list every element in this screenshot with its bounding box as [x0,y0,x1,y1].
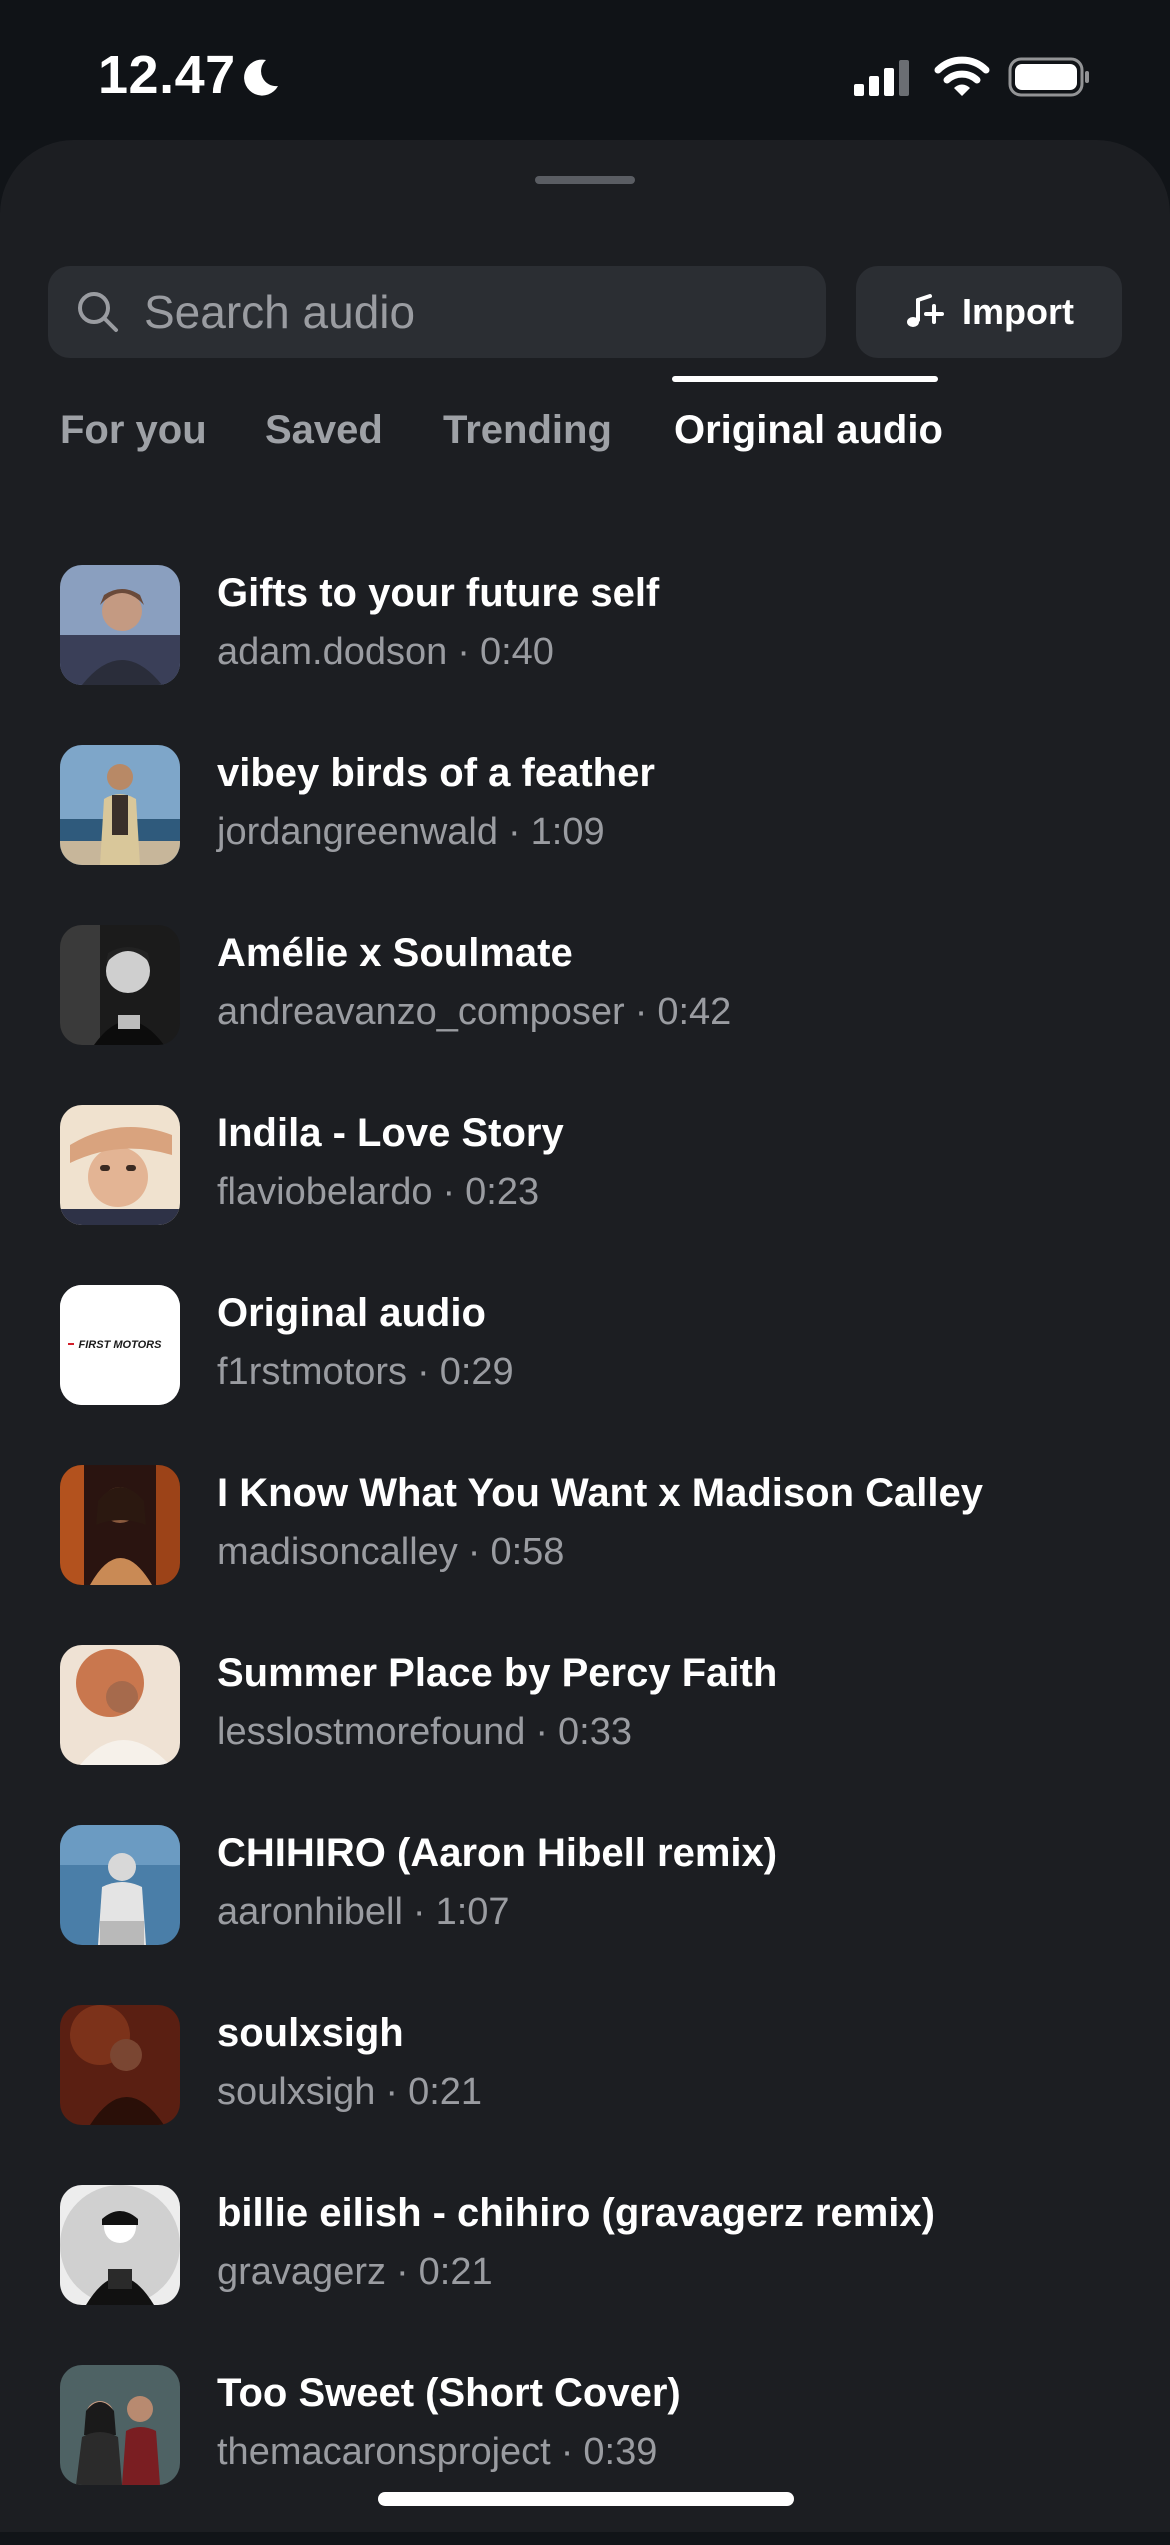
import-button[interactable]: Import [856,266,1122,358]
audio-title: soulxsigh [217,2011,404,2055]
audio-thumbnail [60,1465,180,1585]
audio-title: Summer Place by Percy Faith [217,1651,778,1695]
status-bar: 12.47 [0,0,1170,140]
audio-meta: lesslostmorefound · 0:33 [217,1711,633,1753]
audio-duration: 0:42 [657,991,732,1033]
audio-author: andreavanzo_composer [217,991,625,1033]
audio-title: Indila - Love Story [217,1111,564,1155]
first-motors-logo: FIRST MOTORS [60,1285,180,1405]
audio-title: Gifts to your future self [217,571,660,615]
audio-thumbnail [60,1825,180,1945]
audio-thumbnail [60,925,180,1045]
audio-item[interactable]: Amélie x Soulmate andreavanzo_composer · 0… [0,925,1170,1105]
audio-author: adam.dodson [217,631,448,673]
audio-thumbnail [60,565,180,685]
audio-item[interactable]: Indila - Love Story flaviobelardo · 0:23 [0,1105,1170,1285]
audio-item[interactable]: FIRST MOTORS Original audio f1rstmotors ·… [0,1285,1170,1465]
audio-meta: aaronhibell · 1:07 [217,1891,510,1933]
audio-item[interactable]: Summer Place by Percy Faith lesslostmore… [0,1645,1170,1825]
svg-text:FIRST MOTORS: FIRST MOTORS [79,1339,163,1351]
audio-duration: 1:07 [435,1891,510,1933]
audio-duration: 0:58 [490,1531,565,1573]
audio-item[interactable]: soulxsigh soulxsigh · 0:21 [0,2005,1170,2185]
audio-thumbnail [60,1105,180,1225]
audio-meta: adam.dodson · 0:40 [217,631,554,673]
audio-title: billie eilish - chihiro (gravagerz remix… [217,2191,935,2235]
status-time: 12.47 [98,45,236,105]
audio-author: lesslostmorefound [217,1711,526,1753]
audio-item[interactable]: I Know What You Want x Madison Calley ma… [0,1465,1170,1645]
audio-thumbnail [60,1645,180,1765]
audio-item[interactable]: vibey birds of a feather jordangreenwald… [0,745,1170,925]
audio-thumbnail [60,2005,180,2125]
tab-original-audio[interactable]: Original audio [674,408,943,504]
audio-title: I Know What You Want x Madison Calley [217,1471,983,1515]
audio-tabs: For you Saved Trending Original audio [0,408,1170,516]
audio-author: themacaronsproject [217,2431,551,2473]
audio-thumbnail [60,2185,180,2305]
battery-icon [1008,57,1089,97]
brand-logo-thumbnail: FIRST MOTORS [60,1285,180,1405]
audio-duration: 0:39 [583,2431,658,2473]
tab-saved[interactable]: Saved [265,408,383,504]
music-note-plus-icon [907,294,944,327]
audio-meta: madisoncalley · 0:58 [217,1531,565,1573]
audio-duration: 0:29 [439,1351,514,1393]
audio-title: Too Sweet (Short Cover) [217,2371,681,2415]
active-tab-indicator [672,376,938,382]
audio-duration: 0:40 [479,631,554,673]
audio-duration: 0:23 [465,1171,540,1213]
audio-item[interactable]: CHIHIRO (Aaron Hibell remix) aaronhibell… [0,1825,1170,2005]
audio-item[interactable]: Too Sweet (Short Cover) themacaronsproje… [0,2365,1170,2545]
audio-item[interactable]: Gifts to your future self adam.dodson · 0:… [0,565,1170,745]
search-input[interactable] [144,266,804,358]
search-box[interactable] [48,266,826,358]
search-icon [78,292,118,332]
audio-author: f1rstmotors [217,1351,408,1393]
audio-duration: 0:21 [418,2251,493,2293]
audio-author: soulxsigh [217,2071,376,2113]
audio-duration: 0:33 [558,1711,633,1753]
audio-meta: andreavanzo_composer · 0:42 [217,991,732,1033]
audio-title: CHIHIRO (Aaron Hibell remix) [217,1831,778,1875]
import-label: Import [962,291,1074,332]
audio-author: aaronhibell [217,1891,403,1933]
audio-author: gravagerz [217,2251,386,2293]
sheet-grabber[interactable] [535,176,635,184]
audio-author: jordangreenwald [217,811,498,853]
audio-meta: jordangreenwald · 1:09 [217,811,605,853]
wifi-icon [934,56,990,96]
audio-title: vibey birds of a feather [217,751,655,795]
audio-meta: soulxsigh · 0:21 [217,2071,483,2113]
audio-thumbnail [60,2365,180,2485]
tab-trending[interactable]: Trending [443,408,612,504]
audio-meta: f1rstmotors · 0:29 [217,1351,514,1393]
audio-duration: 0:21 [408,2071,483,2113]
audio-meta: themacaronsproject · 0:39 [217,2431,658,2473]
audio-item[interactable]: billie eilish - chihiro (gravagerz remix… [0,2185,1170,2365]
audio-meta: gravagerz · 0:21 [217,2251,493,2293]
home-indicator[interactable] [378,2492,794,2506]
audio-author: madisoncalley [217,1531,458,1573]
tab-for-you[interactable]: For you [60,408,207,504]
audio-title: Original audio [217,1291,486,1335]
moon-icon [244,59,278,96]
audio-meta: flaviobelardo · 0:23 [217,1171,540,1213]
audio-duration: 1:09 [530,811,605,853]
audio-title: Amélie x Soulmate [217,931,573,975]
audio-author: flaviobelardo [217,1171,433,1213]
signal-icon [854,60,909,96]
audio-thumbnail [60,745,180,865]
